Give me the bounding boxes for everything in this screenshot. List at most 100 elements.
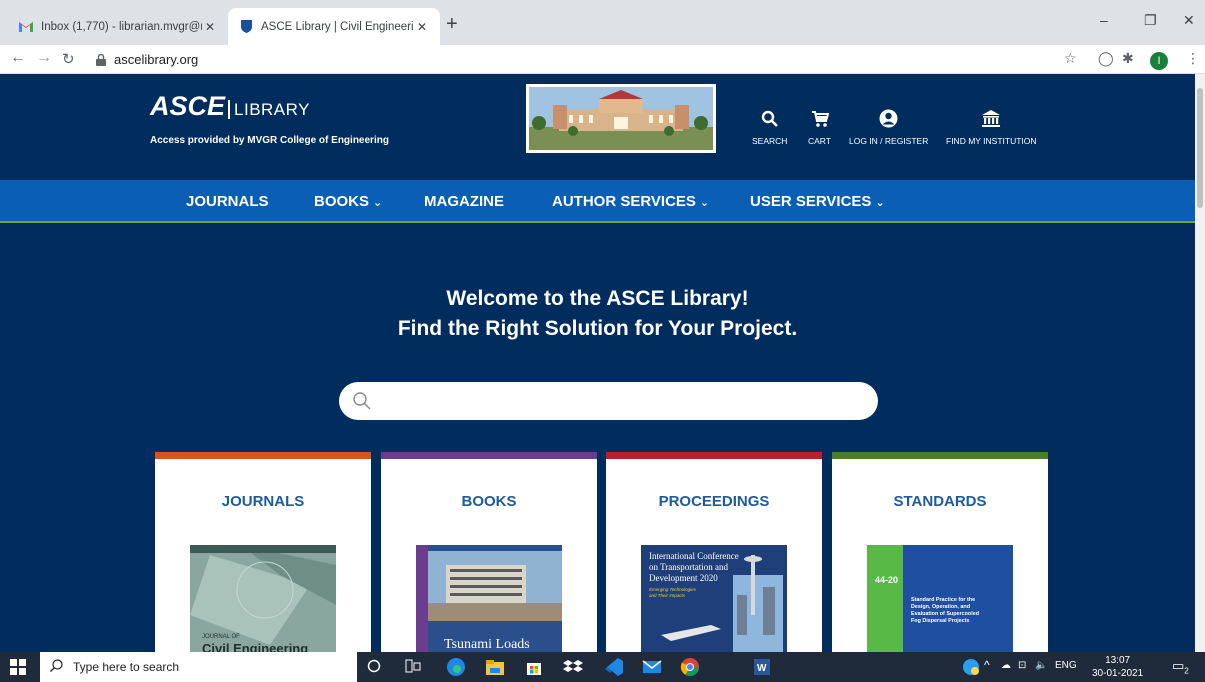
new-tab-button[interactable]: + — [446, 14, 458, 34]
card-title: BOOKS — [461, 493, 517, 510]
college-photo — [526, 84, 716, 153]
tab-title: Inbox (1,770) - librarian.mvgr@m — [41, 20, 202, 33]
microsoft-store-icon[interactable] — [524, 657, 544, 677]
cover-text: Emerging Technologies — [649, 587, 697, 592]
close-window-icon[interactable]: ✕ — [1183, 12, 1195, 29]
onedrive-icon[interactable]: ☁ — [1001, 660, 1011, 671]
card-title: JOURNALS — [221, 493, 305, 510]
cover-text: and Their Impacts — [649, 593, 686, 598]
card-proceedings[interactable]: PROCEEDINGS International Conference on … — [606, 452, 822, 652]
nav-label: BOOKS — [314, 193, 370, 210]
task-view-icon[interactable] — [405, 659, 425, 679]
header-cart-link[interactable]: CART — [808, 108, 831, 146]
file-explorer-icon[interactable] — [485, 657, 505, 677]
tab-asce-library[interactable]: ASCE Library | Civil Engineering a ✕ — [228, 8, 440, 45]
logo-suffix: LIBRARY — [228, 100, 310, 119]
cover-text: JOURNAL OF — [202, 634, 240, 640]
scrollbar-thumb[interactable] — [1197, 88, 1203, 208]
url-text: ascelibrary.org — [114, 52, 199, 67]
cover-text: International Conference — [649, 551, 739, 561]
cortana-icon[interactable] — [367, 659, 387, 679]
main-navigation: JOURNALS BOOKS ⌄ MAGAZINE AUTHOR SERVICES… — [0, 180, 1195, 223]
card-journals[interactable]: JOURNALS JOURNAL OF Civil Engineering — [155, 452, 371, 652]
card-books[interactable]: BOOKS Tsunami Loads — [381, 452, 597, 652]
taskbar-search-box[interactable]: Type here to search — [40, 652, 357, 682]
network-icon[interactable]: ⊡ — [1018, 660, 1026, 671]
puzzle-extensions-icon[interactable]: ✱ — [1122, 50, 1134, 67]
profile-avatar[interactable]: I — [1150, 52, 1168, 70]
nav-label: JOURNALS — [186, 193, 269, 210]
nav-user-services[interactable]: USER SERVICES ⌄ — [750, 193, 885, 210]
close-tab-icon[interactable]: ✕ — [202, 20, 218, 34]
chevron-down-icon: ⌄ — [699, 197, 710, 209]
header-search-link[interactable]: SEARCH — [752, 108, 787, 146]
page-scrollbar[interactable] — [1195, 74, 1205, 652]
nav-books[interactable]: BOOKS ⌄ — [314, 193, 382, 210]
institution-label: FIND MY INSTITUTION — [946, 136, 1037, 146]
visual-studio-code-icon[interactable] — [604, 657, 624, 677]
notification-center-icon[interactable]: ▭2 — [1172, 658, 1189, 676]
card-title: STANDARDS — [893, 493, 987, 510]
clock-date: 30-01-2021 — [1092, 668, 1144, 679]
asce-page: ASCE LIBRARY Access provided by MVGR Coll… — [0, 74, 1195, 652]
cover-text: on Transportation and — [649, 562, 729, 572]
notification-count: 2 — [1184, 666, 1189, 676]
windows-start-icon[interactable] — [10, 659, 30, 679]
url-field[interactable]: ascelibrary.org — [96, 52, 198, 67]
cover-text: Tsunami Loads — [444, 637, 530, 652]
close-tab-icon[interactable]: ✕ — [414, 20, 430, 34]
header-institution-link[interactable]: FIND MY INSTITUTION — [946, 108, 1037, 146]
welcome-line-1: Welcome to the ASCE Library! — [446, 287, 749, 310]
back-icon[interactable]: ← — [10, 49, 26, 67]
card-standards[interactable]: STANDARDS 44-20 Standard Practice for th… — [832, 452, 1048, 652]
book-cover: Tsunami Loads — [416, 545, 562, 652]
cover-text: Evaluation of Supercooled — [911, 611, 979, 617]
clock[interactable]: 13:07 30-01-2021 — [1092, 654, 1143, 680]
menu-kebab-icon[interactable]: ⋮ — [1186, 50, 1200, 67]
extension-icon[interactable]: ◯ — [1098, 50, 1114, 67]
taskbar-search-placeholder: Type here to search — [73, 660, 180, 674]
search-icon — [752, 108, 787, 136]
nav-magazine[interactable]: MAGAZINE — [424, 193, 504, 210]
cover-text: Fog Dispersal Projects — [911, 618, 969, 624]
volume-icon[interactable]: 🔈 — [1035, 660, 1047, 671]
institution-icon — [946, 108, 1037, 136]
address-bar: ← → ↻ ascelibrary.org ☆ ◯ ✱ ⋮ — [0, 45, 1205, 74]
cover-text: Design, Operation, and — [911, 604, 970, 610]
tab-title: ASCE Library | Civil Engineering a — [261, 20, 414, 33]
cart-label: CART — [808, 136, 831, 146]
browser-tab-strip: Inbox (1,770) - librarian.mvgr@m ✕ ASCE … — [0, 0, 1205, 45]
reload-icon[interactable]: ↻ — [62, 50, 75, 68]
chevron-down-icon: ⌄ — [875, 197, 885, 209]
search-icon — [353, 392, 371, 410]
mail-icon[interactable] — [642, 657, 662, 677]
card-accent-bar — [381, 452, 597, 459]
chrome-icon[interactable] — [680, 657, 700, 677]
forward-icon[interactable]: → — [36, 49, 52, 67]
help-icon[interactable] — [962, 658, 982, 678]
nav-label: MAGAZINE — [424, 193, 504, 210]
restore-icon[interactable]: ❐ — [1144, 12, 1157, 29]
nav-author-services[interactable]: AUTHOR SERVICES ⌄ — [552, 193, 709, 210]
site-search-input[interactable] — [339, 382, 878, 420]
minimize-icon[interactable]: – — [1100, 12, 1108, 28]
windows-taskbar: Type here to search W ^ ☁ ⊡ 🔈 ENG 13:07 … — [0, 652, 1205, 682]
header-login-link[interactable]: LOG IN / REGISTER — [849, 108, 928, 146]
proceedings-cover: International Conference on Transportati… — [641, 545, 787, 652]
user-icon — [849, 108, 928, 136]
card-accent-bar — [606, 452, 822, 459]
bookmark-star-icon[interactable]: ☆ — [1064, 50, 1077, 67]
clock-time: 13:07 — [1105, 655, 1131, 666]
nav-journals[interactable]: JOURNALS — [186, 193, 269, 210]
tab-gmail[interactable]: Inbox (1,770) - librarian.mvgr@m ✕ — [8, 8, 228, 45]
card-title: PROCEEDINGS — [658, 493, 770, 510]
cover-text: Standard Practice for the — [911, 597, 975, 603]
edge-browser-icon[interactable] — [446, 657, 466, 677]
nav-label: USER SERVICES — [750, 193, 872, 210]
asce-library-logo[interactable]: ASCE LIBRARY Access provided by MVGR Coll… — [150, 91, 389, 146]
word-icon[interactable]: W — [752, 657, 772, 677]
dropbox-icon[interactable] — [563, 657, 583, 677]
cover-text: Civil Engineering — [202, 641, 308, 652]
chevron-up-icon[interactable]: ^ — [984, 658, 990, 672]
language-indicator[interactable]: ENG — [1055, 660, 1077, 671]
